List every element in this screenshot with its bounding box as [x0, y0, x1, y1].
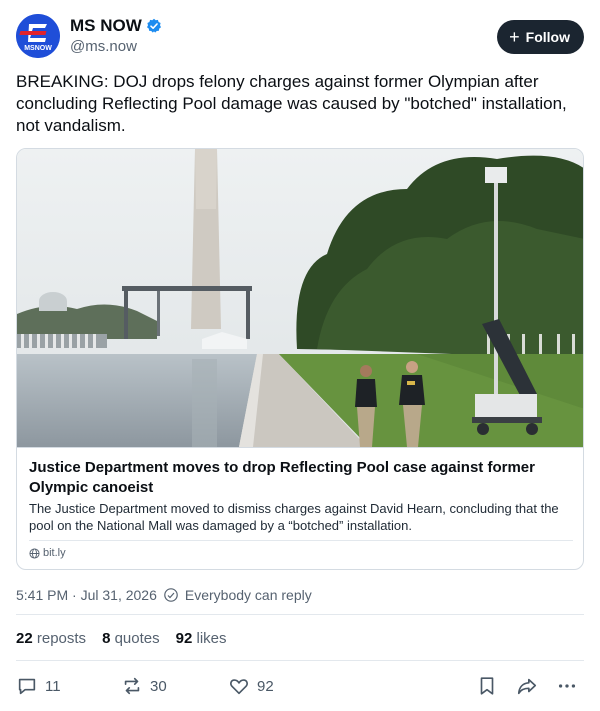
like-button[interactable]: 92: [228, 675, 274, 697]
likes-stat[interactable]: 92 likes: [176, 630, 227, 647]
reply-icon: [18, 678, 36, 695]
post-text: BREAKING: DOJ drops felony charges again…: [16, 72, 567, 135]
share-button[interactable]: [516, 675, 538, 697]
globe-icon: [29, 547, 40, 559]
divider: [16, 660, 584, 661]
likes-label: likes: [196, 630, 227, 647]
card-divider: [29, 540, 573, 541]
avatar-text: MSNOW: [24, 45, 52, 52]
divider: [16, 614, 584, 615]
reposts-stat[interactable]: 22 reposts: [16, 630, 86, 647]
engagement-stats: 22 reposts 8 quotes 92 likes: [16, 630, 227, 647]
post-header: MSNOW MS NOW @ms.now + Follow: [16, 14, 584, 62]
reposts-count: 22: [16, 630, 33, 647]
avatar[interactable]: MSNOW: [16, 14, 60, 58]
name-row: MS NOW: [70, 16, 162, 36]
repost-count: 30: [150, 677, 167, 695]
bookmark-icon: [480, 677, 494, 695]
follow-button[interactable]: + Follow: [497, 20, 584, 54]
reposts-label: reposts: [36, 630, 87, 647]
card-body: Justice Department moves to drop Reflect…: [17, 447, 583, 569]
share-icon: [517, 678, 537, 695]
likes-count: 92: [175, 630, 193, 647]
timestamp[interactable]: 5:41 PM · Jul 31, 2026: [16, 587, 157, 603]
like-count: 92: [257, 677, 274, 695]
action-bar: 11 30 92: [16, 675, 584, 699]
card-description: The Justice Department moved to dismiss …: [29, 501, 559, 533]
ms-now-logo-icon: MSNOW: [16, 14, 60, 58]
repost-button[interactable]: 30: [121, 675, 167, 697]
reply-setting: Everybody can reply: [184, 587, 312, 603]
quotes-stat[interactable]: 8 quotes: [102, 630, 160, 647]
quotes-label: quotes: [114, 630, 160, 647]
post-meta: 5:41 PM · Jul 31, 2026 Everybody can rep…: [16, 587, 312, 603]
heart-icon: [230, 679, 248, 695]
more-icon: [558, 684, 576, 688]
card-domain-text: bit.ly: [43, 547, 66, 559]
handle[interactable]: @ms.now: [70, 38, 137, 55]
quotes-count: 8: [102, 630, 111, 647]
card-title[interactable]: Justice Department moves to drop Reflect…: [29, 458, 559, 498]
verified-badge-icon: [146, 18, 161, 33]
bookmark-button[interactable]: [476, 675, 498, 697]
display-name[interactable]: MS NOW: [70, 16, 142, 36]
reply-count: 11: [45, 677, 61, 695]
more-options-button[interactable]: [556, 675, 578, 697]
article-photo: [17, 149, 583, 447]
reply-button[interactable]: 11: [16, 675, 61, 697]
reply-settings-icon: [164, 588, 178, 602]
plus-icon: +: [509, 27, 520, 47]
card-domain[interactable]: bit.ly: [29, 547, 66, 559]
follow-label: Follow: [525, 29, 570, 45]
link-card[interactable]: Justice Department moves to drop Reflect…: [16, 148, 584, 570]
repost-icon: [124, 677, 140, 695]
